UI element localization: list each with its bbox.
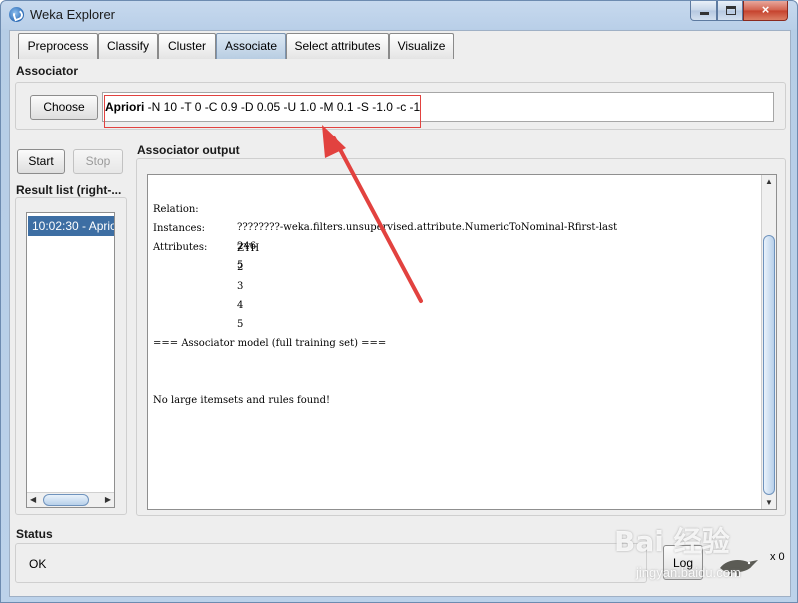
window-title: Weka Explorer bbox=[30, 7, 116, 22]
minimize-icon bbox=[700, 12, 709, 15]
result-list-hscrollbar[interactable]: ◀ ▶ bbox=[27, 492, 114, 507]
attributes-key: Attributes: bbox=[153, 242, 208, 253]
scroll-right-icon[interactable]: ▶ bbox=[105, 495, 111, 504]
output-vscrollbar[interactable]: ▲ ▼ bbox=[761, 175, 776, 509]
scroll-down-icon[interactable]: ▼ bbox=[765, 498, 773, 507]
status-panel bbox=[15, 543, 647, 583]
minimize-button[interactable] bbox=[690, 1, 717, 21]
baidu-watermark-url: jingyan.baidu.com bbox=[636, 565, 741, 580]
baidu-watermark: Bai 经验 bbox=[614, 525, 730, 558]
weka-app-icon bbox=[9, 7, 24, 22]
result-message-line: No large itemsets and rules found! bbox=[153, 395, 331, 406]
relation-value: ????????-weka.filters.unsupervised.attri… bbox=[237, 222, 618, 233]
main-content: Preprocess Classify Cluster Associate Se… bbox=[9, 30, 791, 597]
choose-button[interactable]: Choose bbox=[30, 95, 98, 120]
stop-button[interactable]: Stop bbox=[73, 149, 123, 174]
close-button[interactable]: × bbox=[743, 1, 788, 21]
tab-associate[interactable]: Associate bbox=[216, 33, 286, 59]
status-text: OK bbox=[29, 557, 47, 571]
associator-section-label: Associator bbox=[16, 64, 79, 78]
tab-preprocess[interactable]: Preprocess bbox=[18, 33, 98, 59]
output-scroll-thumb[interactable] bbox=[763, 235, 775, 495]
maximize-button[interactable] bbox=[717, 1, 743, 21]
result-list-item[interactable]: 10:02:30 - Apriori bbox=[28, 216, 114, 236]
task-count: x 0 bbox=[770, 551, 785, 563]
output-relation-line: Relation: ????????-weka.filters.unsuperv… bbox=[153, 183, 617, 233]
start-button[interactable]: Start bbox=[17, 149, 65, 174]
model-header-line: === Associator model (full training set)… bbox=[153, 338, 387, 349]
weka-explorer-window: Weka Explorer × Preprocess Classify Clus… bbox=[0, 0, 798, 603]
output-attributes-line: Attributes: 5 bbox=[153, 221, 243, 271]
associator-output-text-area[interactable]: Relation: ????????-weka.filters.unsuperv… bbox=[147, 174, 777, 510]
result-list-label: Result list (right-... bbox=[16, 183, 122, 197]
status-section-label: Status bbox=[16, 527, 53, 541]
result-list[interactable]: 10:02:30 - Apriori ◀ ▶ bbox=[26, 212, 115, 508]
scroll-up-icon[interactable]: ▲ bbox=[765, 177, 773, 186]
tab-classify[interactable]: Classify bbox=[98, 33, 158, 59]
close-icon: × bbox=[761, 2, 770, 17]
result-list-scroll-thumb[interactable] bbox=[43, 494, 89, 506]
scroll-left-icon[interactable]: ◀ bbox=[30, 495, 36, 504]
tab-select-attributes[interactable]: Select attributes bbox=[286, 33, 389, 59]
tab-visualize[interactable]: Visualize bbox=[389, 33, 454, 59]
output-instances-line: Instances: 246 bbox=[153, 202, 256, 252]
associator-output-label: Associator output bbox=[137, 143, 240, 157]
tab-cluster[interactable]: Cluster bbox=[158, 33, 216, 59]
maximize-icon bbox=[726, 6, 736, 15]
annotation-highlight-box bbox=[104, 95, 421, 128]
title-bar[interactable]: Weka Explorer × bbox=[1, 1, 798, 29]
